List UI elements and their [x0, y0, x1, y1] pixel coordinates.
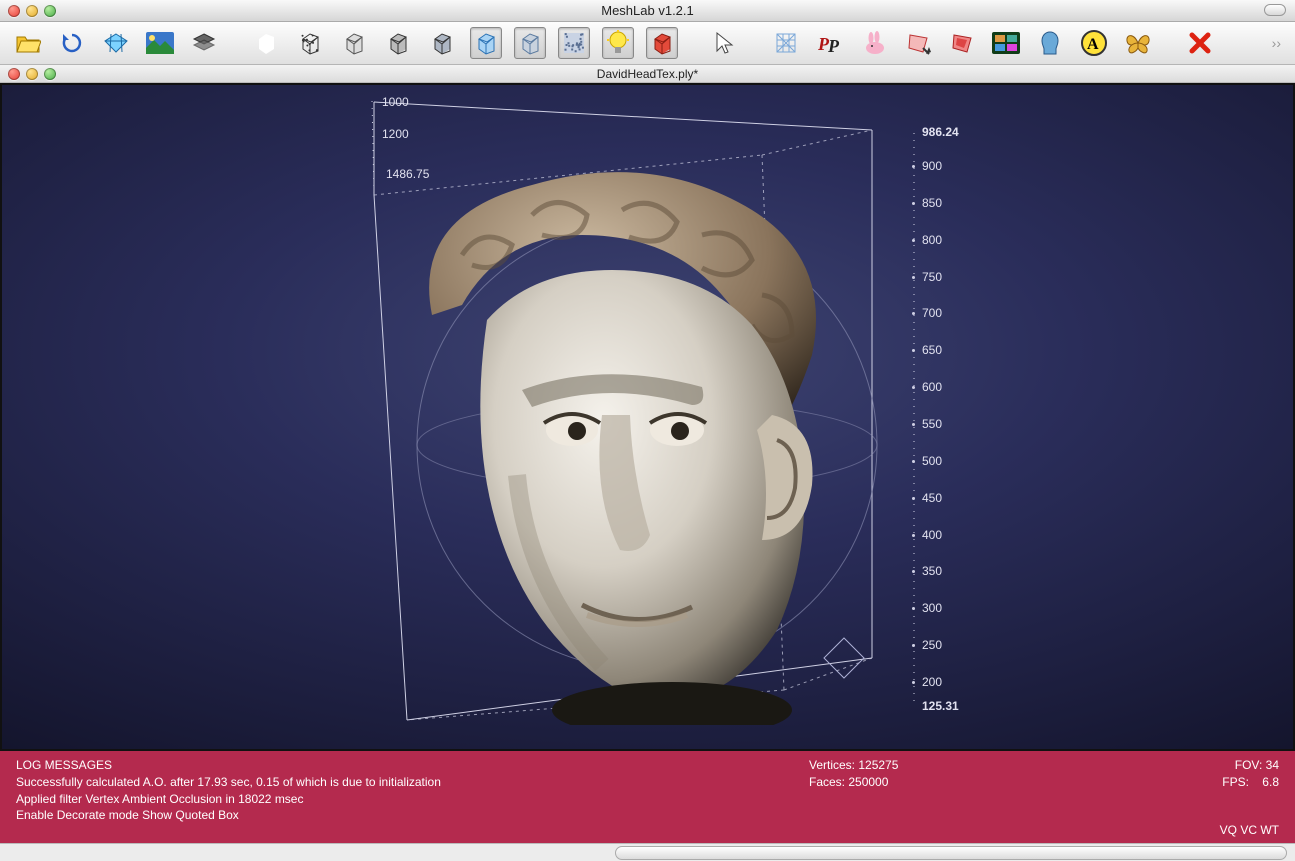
ao-yellow-icon[interactable]: A [1078, 27, 1110, 59]
points-cube-icon[interactable] [294, 27, 326, 59]
ruler-tick: 350 [922, 564, 942, 578]
ruler-tick: 550 [922, 417, 942, 431]
pp-icon[interactable]: PP [814, 27, 846, 59]
stat-fps: FPS: 6.8 [1109, 774, 1279, 791]
reload-icon[interactable] [56, 27, 88, 59]
ruler-tick: 750 [922, 270, 942, 284]
viewport-3d[interactable]: 1000 1200 1486.75 986.24 900850800750700… [0, 83, 1295, 751]
head-icon[interactable] [1034, 27, 1066, 59]
layers-icon[interactable] [188, 27, 220, 59]
ruler-tick: 700 [922, 306, 942, 320]
red-x-icon[interactable] [1184, 27, 1216, 59]
log-panel: LOG MESSAGES Successfully calculated A.O… [0, 751, 1295, 843]
stat-flags: VQ VC WT [1109, 822, 1279, 839]
doc-traffic-lights [0, 68, 56, 80]
landscape-icon[interactable] [144, 27, 176, 59]
ruler-dot [912, 681, 915, 684]
ruler-dot [912, 239, 915, 242]
ruler-tick: 650 [922, 343, 942, 357]
color-screen-icon[interactable] [990, 27, 1022, 59]
toolbar-pill-icon[interactable] [1264, 4, 1286, 16]
wire-cube-icon[interactable] [250, 27, 282, 59]
status-footer [0, 843, 1295, 861]
axis-label: 1000 [382, 95, 409, 109]
diamond-icon[interactable] [100, 27, 132, 59]
close-window-icon[interactable] [8, 5, 20, 17]
stat-vertices: Vertices: 125275 [809, 757, 1109, 774]
ruler-tick: 900 [922, 159, 942, 173]
horizontal-scrollbar[interactable] [615, 846, 1287, 860]
light-bulb-icon[interactable] [602, 27, 634, 59]
minimize-doc-icon[interactable] [26, 68, 38, 80]
log-line: Applied filter Vertex Ambient Occlusion … [16, 791, 809, 808]
minimize-window-icon[interactable] [26, 5, 38, 17]
red-cube-icon[interactable] [646, 27, 678, 59]
close-doc-icon[interactable] [8, 68, 20, 80]
log-heading: LOG MESSAGES [16, 757, 809, 774]
window-titlebar: MeshLab v1.2.1 [0, 0, 1295, 22]
ruler-tick: 800 [922, 233, 942, 247]
hidden-lines-icon[interactable] [338, 27, 370, 59]
mesh-net-icon[interactable] [770, 27, 802, 59]
svg-text:A: A [1087, 36, 1099, 53]
main-toolbar: PP A ›› [0, 22, 1295, 65]
open-folder-icon[interactable] [12, 27, 44, 59]
stat-faces: Faces: 250000 [809, 774, 1109, 791]
butterfly-icon[interactable] [1122, 27, 1154, 59]
ruler-tick: 400 [922, 528, 942, 542]
ruler-top: 986.24 [922, 125, 959, 139]
bunny-icon[interactable] [858, 27, 890, 59]
ruler-dot [912, 202, 915, 205]
ruler-tick: 250 [922, 638, 942, 652]
ruler-tick: 850 [922, 196, 942, 210]
ruler-tick: 500 [922, 454, 942, 468]
poly-select-icon[interactable] [902, 27, 934, 59]
zoom-window-icon[interactable] [44, 5, 56, 17]
smooth-blue-icon[interactable] [470, 27, 502, 59]
log-line: Successfully calculated A.O. after 17.93… [16, 774, 809, 791]
ruler-dot [912, 534, 915, 537]
axis-label: 1200 [382, 127, 409, 141]
document-titlebar: DavidHeadTex.ply* [0, 65, 1295, 83]
ruler-tick: 450 [922, 491, 942, 505]
app-title: MeshLab v1.2.1 [601, 3, 694, 18]
ruler-dot [912, 423, 915, 426]
ruler-dot [912, 165, 915, 168]
smooth-gray-icon[interactable] [514, 27, 546, 59]
ruler-tick: 600 [922, 380, 942, 394]
ruler-tick: 300 [922, 601, 942, 615]
flat-icon[interactable] [426, 27, 458, 59]
traffic-lights [0, 5, 56, 17]
poly-fill-icon[interactable] [946, 27, 978, 59]
log-line: Enable Decorate mode Show Quoted Box [16, 807, 809, 824]
ruler-bottom: 125.31 [922, 699, 959, 713]
stat-fov: FOV: 34 [1109, 757, 1279, 774]
document-title: DavidHeadTex.ply* [597, 67, 698, 81]
toolbar-overflow-icon[interactable]: ›› [1270, 35, 1283, 51]
flat-lines-icon[interactable] [382, 27, 414, 59]
ruler-tick: 200 [922, 675, 942, 689]
svg-text:P: P [827, 36, 840, 55]
ruler-dot [912, 276, 915, 279]
cursor-icon[interactable] [708, 27, 740, 59]
zoom-doc-icon[interactable] [44, 68, 56, 80]
ruler-dot [912, 497, 915, 500]
noise-icon[interactable] [558, 27, 590, 59]
mesh-render-placeholder [372, 155, 842, 725]
ruler-dot [912, 460, 915, 463]
